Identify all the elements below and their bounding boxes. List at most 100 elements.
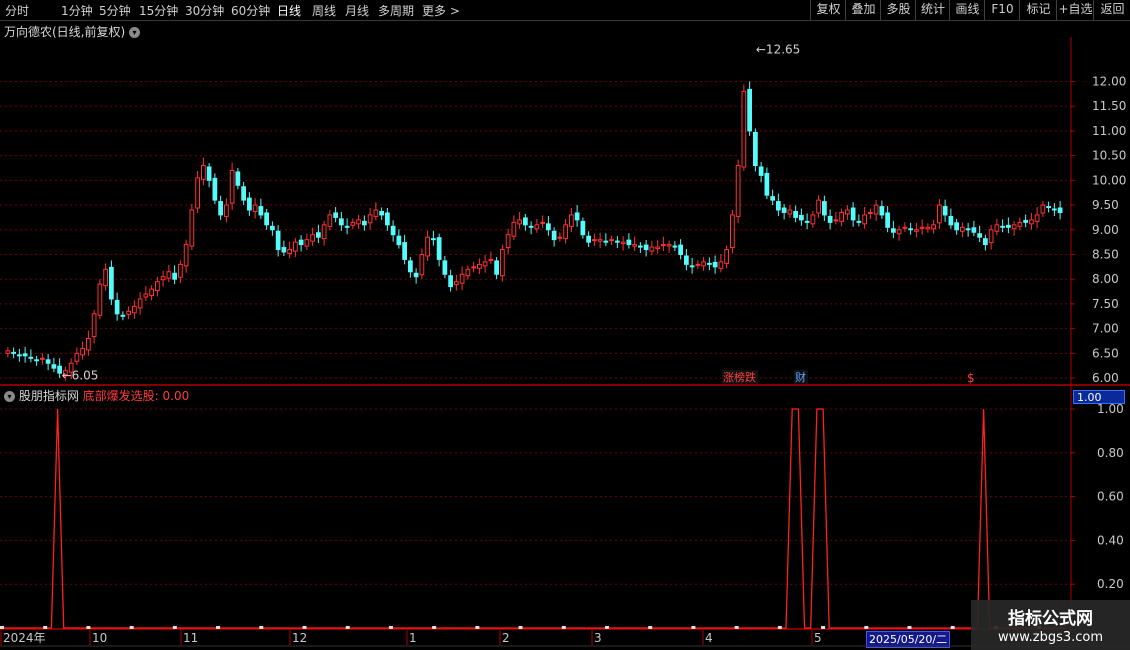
y-tick-label: 6.00: [1092, 371, 1119, 385]
candle-body: [850, 207, 856, 221]
candle-body: [477, 263, 482, 269]
signal-dot: [950, 626, 955, 629]
candle-body: [11, 351, 16, 354]
candle-body: [574, 212, 580, 221]
candle-body: [281, 247, 287, 253]
candle-body: [977, 233, 982, 238]
candle-body: [937, 204, 942, 224]
zhangbang-marker: 涨榜跌: [723, 370, 756, 384]
candle-body: [965, 228, 971, 231]
candle-body: [494, 260, 499, 275]
candle-body: [34, 359, 39, 362]
candle-body: [971, 227, 977, 233]
candle-body: [925, 226, 931, 230]
signal-dot: [648, 626, 653, 629]
candle-body: [201, 165, 206, 180]
candle-body: [178, 263, 183, 278]
candle-body: [465, 268, 471, 277]
candle-body: [155, 281, 160, 292]
candle-body: [845, 209, 850, 215]
signal-dot: [345, 626, 350, 629]
candle-body: [1023, 219, 1028, 223]
candle-body: [310, 234, 315, 242]
candle-body: [103, 268, 108, 287]
candle-body: [137, 298, 143, 309]
candle-body: [511, 221, 517, 237]
candle-body: [1017, 221, 1023, 227]
candle-body: [873, 204, 879, 215]
candle-body: [810, 214, 816, 225]
candle-body: [195, 177, 200, 209]
candle-body: [868, 211, 873, 214]
signal-dot: [734, 626, 739, 629]
y-tick-label: 7.50: [1092, 297, 1119, 311]
candle-body: [603, 240, 609, 243]
candle-body: [563, 224, 568, 240]
candle-body: [551, 230, 557, 241]
candle-body: [471, 266, 476, 269]
candle-body: [885, 212, 890, 228]
candle-body: [534, 224, 540, 230]
candle-body: [379, 210, 384, 216]
candle-body: [1000, 225, 1005, 228]
high-price-annotation: ←12.65: [756, 42, 800, 56]
candle-body: [770, 196, 775, 201]
candle-body: [695, 263, 701, 266]
candle-body: [270, 225, 275, 231]
candle-body: [931, 224, 936, 230]
candle-body: [994, 224, 1000, 232]
candle-body: [787, 209, 793, 215]
x-tick-label: 1: [409, 631, 417, 645]
candle-body: [615, 240, 620, 243]
candle-body: [275, 230, 281, 251]
candlestick-chart[interactable]: 6.006.507.007.508.008.509.009.5010.0010.…: [0, 0, 1130, 650]
candle-body: [546, 223, 551, 231]
candle-body: [580, 220, 586, 236]
candle-body: [425, 236, 430, 257]
candle-body: [948, 215, 954, 226]
candle-body: [293, 241, 298, 252]
candle-body: [321, 224, 327, 240]
candle-body: [333, 212, 338, 218]
candle-body: [1029, 219, 1034, 225]
candle-body: [109, 266, 114, 300]
candle-body: [183, 244, 189, 267]
candle-body: [252, 204, 258, 212]
candle-body: [505, 234, 511, 249]
candle-body: [764, 172, 770, 196]
candle-body: [132, 305, 137, 314]
signal-dot: [0, 626, 4, 629]
candle-body: [396, 235, 402, 246]
candle-body: [517, 219, 522, 225]
signal-dot: [172, 626, 177, 629]
watermark-title: 指标公式网: [1008, 609, 1093, 629]
candle-body: [1040, 204, 1046, 214]
low-price-annotation: ←6.05: [62, 369, 99, 383]
candle-body: [540, 221, 545, 224]
y-tick-label: 7.00: [1092, 322, 1119, 336]
candle-body: [781, 207, 787, 213]
candle-body: [724, 249, 729, 264]
candle-body: [707, 262, 712, 265]
candle-body: [431, 238, 436, 241]
y-tick-label: 11.50: [1092, 99, 1126, 113]
candle-body: [258, 206, 264, 216]
candle-body: [758, 166, 764, 176]
candle-body: [74, 352, 80, 362]
candle-body: [592, 239, 597, 242]
signal-dot: [604, 626, 609, 629]
candle-body: [448, 275, 453, 288]
candle-body: [827, 215, 833, 223]
x-tick-label: 4: [705, 631, 713, 645]
candle-body: [442, 260, 448, 275]
candle-body: [954, 222, 959, 231]
candle-body: [172, 272, 177, 280]
sub-y-tick-label: 0.20: [1097, 577, 1124, 591]
x-tick-label: 2024年: [3, 631, 46, 645]
candle-body: [672, 245, 678, 248]
sub-y-tick-label: 0.40: [1097, 533, 1124, 547]
candle-body: [528, 225, 534, 228]
dollar-marker: $: [967, 371, 975, 385]
candle-body: [436, 237, 442, 260]
candle-body: [655, 246, 660, 250]
